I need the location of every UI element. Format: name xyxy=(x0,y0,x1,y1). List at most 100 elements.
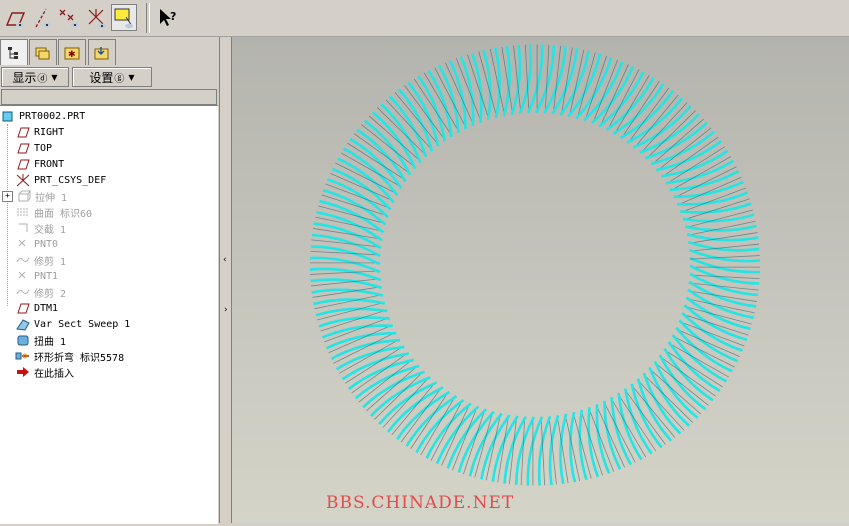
tree-item-intersect[interactable]: 交截 1 xyxy=(15,220,66,236)
tree-item-surface[interactable]: 曲面 标识60 xyxy=(15,204,92,220)
coil-turn xyxy=(502,45,511,117)
coil-shadow xyxy=(645,110,696,160)
graphics-viewport[interactable] xyxy=(232,37,849,523)
datum-plane-icon xyxy=(15,157,31,171)
datum-axis-display-button[interactable] xyxy=(29,4,55,31)
extrude-icon xyxy=(16,189,32,203)
datum-point-display-button[interactable] xyxy=(56,4,82,31)
tree-item-label: 扭曲 1 xyxy=(34,336,67,348)
coil-shadow xyxy=(374,370,425,420)
tree-item-label: DTM1 xyxy=(34,302,59,314)
coil-shadow xyxy=(353,133,412,175)
tree-item-trim1[interactable]: 修剪 1 xyxy=(15,252,66,268)
tree-item-label: 曲面 标识60 xyxy=(34,208,93,220)
tree-item-insert-here[interactable]: 在此插入 xyxy=(15,364,74,380)
tree-item-toroidal-bend[interactable]: 环形折弯 标识5578 xyxy=(15,348,124,364)
coil-turn xyxy=(688,248,761,263)
coil-turn xyxy=(578,409,588,481)
coil-shadow xyxy=(382,376,431,428)
panel-splitter[interactable]: ‹ › xyxy=(219,37,232,523)
coil-turn xyxy=(341,352,410,381)
chevron-down-icon: ▼ xyxy=(51,72,58,82)
tree-item-label: FRONT xyxy=(34,158,65,170)
connections-icon xyxy=(94,46,109,59)
trim-icon xyxy=(15,253,31,267)
svg-text:✱: ✱ xyxy=(68,50,76,60)
coil-shadow xyxy=(377,107,428,157)
tree-item-front[interactable]: FRONT xyxy=(15,156,64,172)
annotation-display-icon xyxy=(114,8,133,28)
coil-shadow xyxy=(361,124,417,169)
tree-menu-bar: 显示 ⓓ ▼ 设置 ⓖ ▼ xyxy=(0,66,219,88)
coil-turn xyxy=(645,121,708,160)
whats-this-help-button[interactable]: ? xyxy=(154,4,180,31)
tree-item-pnt0[interactable]: PNT0 xyxy=(15,236,58,252)
whats-this-help-icon: ? xyxy=(160,8,176,26)
coil-turn xyxy=(548,414,560,486)
part-icon xyxy=(0,109,16,123)
coil-turn xyxy=(660,149,729,178)
datum-plane-display-button[interactable] xyxy=(2,4,28,31)
tree-item-warp[interactable]: 扭曲 1 xyxy=(15,332,66,348)
folder-layers-icon xyxy=(35,47,50,59)
toolbar: ? xyxy=(0,0,849,37)
datum-point-icon xyxy=(15,237,31,251)
show-menu-button[interactable]: 显示 ⓓ ▼ xyxy=(1,67,69,87)
tree-item-right[interactable]: RIGHT xyxy=(15,124,64,140)
show-menu-mnemonic: ⓓ xyxy=(37,73,48,85)
expand-plus-icon[interactable]: + xyxy=(2,190,13,202)
tree-item-label: PNT1 xyxy=(34,270,59,282)
coil-shadow xyxy=(648,367,702,415)
coil-shadow xyxy=(368,115,422,163)
coil-turn xyxy=(309,267,382,282)
tree-item-extrude[interactable]: + 拉伸 1 xyxy=(2,188,67,204)
annotation-display-button[interactable] xyxy=(111,4,137,31)
datum-point-icon xyxy=(59,9,79,27)
tree-item-label: RIGHT xyxy=(34,126,65,138)
intersect-icon xyxy=(15,221,31,235)
tree-item-label: 修剪 2 xyxy=(34,288,67,300)
coil-shadow xyxy=(391,381,437,436)
trim-icon xyxy=(15,285,31,299)
coil-turn xyxy=(310,278,382,290)
csys-icon xyxy=(15,173,31,187)
collapse-left-icon[interactable]: ‹ xyxy=(223,255,227,265)
coil-turn xyxy=(315,307,388,317)
connections-tab[interactable] xyxy=(88,39,116,65)
svg-text:?: ? xyxy=(170,10,176,23)
tree-item-label: PNT0 xyxy=(34,238,59,250)
layer-tab[interactable] xyxy=(29,39,57,65)
coordinate-system-icon xyxy=(88,8,106,28)
tree-search-field[interactable] xyxy=(1,89,217,105)
model-tree: PRT0002.PRT RIGHT TOP FRONT PRT_CSYS_DEF… xyxy=(0,105,218,524)
tree-item-label: 环形折弯 标识5578 xyxy=(34,352,125,364)
tree-item-dtm1[interactable]: DTM1 xyxy=(15,300,58,316)
coil-turn xyxy=(642,372,682,435)
coil-shadow xyxy=(658,355,717,397)
chevron-down-icon: ▼ xyxy=(128,72,135,82)
tree-item-label: Var Sect Sweep 1 xyxy=(34,318,131,330)
tree-item-label: 在此插入 xyxy=(34,368,74,380)
settings-menu-button[interactable]: 设置 ⓖ ▼ xyxy=(72,67,152,87)
tree-item-pnt1[interactable]: PNT1 xyxy=(15,268,58,284)
coil-shadow xyxy=(400,386,443,443)
coil-turn xyxy=(388,95,428,158)
coil-shadow xyxy=(642,373,693,423)
tree-item-trim2[interactable]: 修剪 2 xyxy=(15,284,66,300)
favorites-tab[interactable]: ✱ xyxy=(58,39,86,65)
tree-item-label: TOP xyxy=(34,142,53,154)
tree-item-label: 交截 1 xyxy=(34,224,67,236)
tree-item-sweep[interactable]: Var Sect Sweep 1 xyxy=(15,316,130,332)
datum-axis-icon xyxy=(35,8,51,27)
coil-turn xyxy=(510,44,522,116)
expand-right-icon[interactable]: › xyxy=(224,305,228,315)
tree-item-label: 修剪 1 xyxy=(34,256,67,268)
coil-turn xyxy=(482,49,492,121)
tree-item-csys[interactable]: PRT_CSYS_DEF xyxy=(15,172,106,188)
model-tree-tab[interactable] xyxy=(0,39,28,65)
tree-item-top[interactable]: TOP xyxy=(15,140,52,156)
tree-item-root[interactable]: PRT0002.PRT xyxy=(0,108,85,124)
csys-display-button[interactable] xyxy=(83,4,109,31)
coil-shadow xyxy=(639,102,688,154)
coil-shadow xyxy=(653,361,709,406)
